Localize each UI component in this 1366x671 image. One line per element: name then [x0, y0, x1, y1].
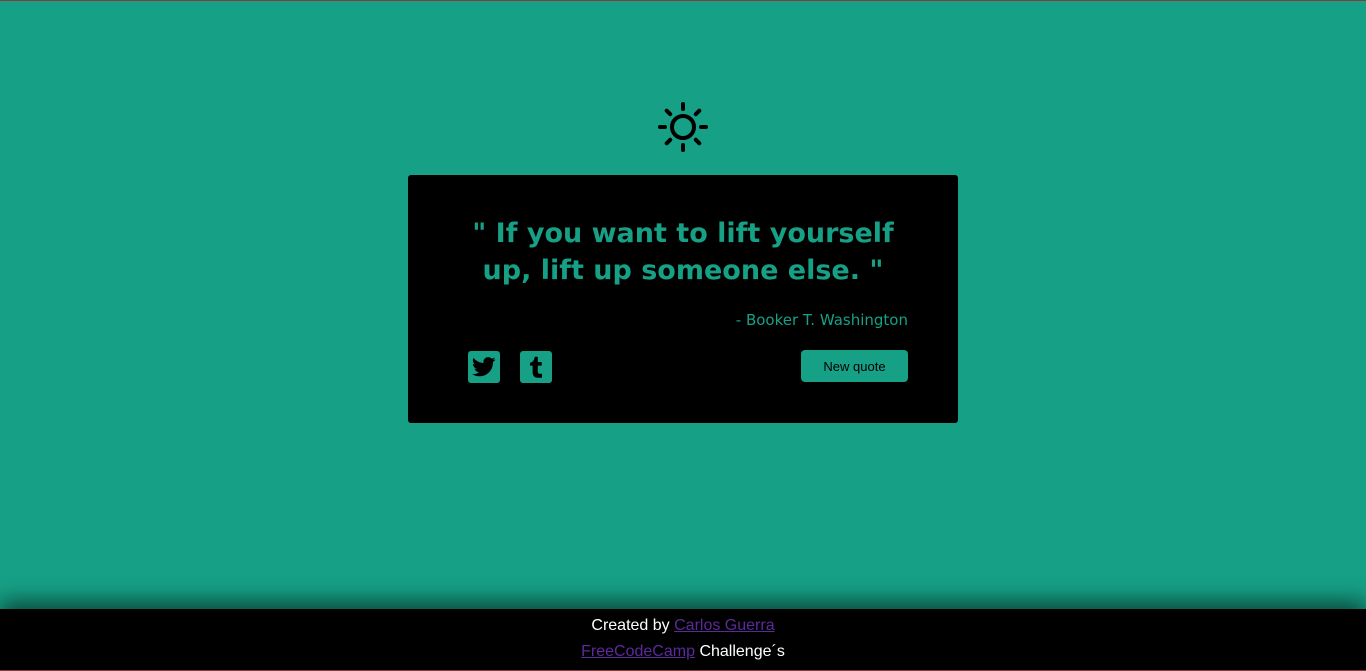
tumblr-quote-button[interactable] [520, 351, 552, 383]
created-by-text: Created by [591, 617, 670, 634]
quote-box: " If you want to lift yourself up, lift … [408, 175, 958, 423]
quote-text: " If you want to lift yourself up, lift … [472, 218, 894, 286]
twitter-icon [472, 357, 496, 377]
new-quote-button[interactable]: New quote [801, 350, 908, 382]
footer-credit: Created by Carlos Guerra [0, 616, 1366, 636]
author-link[interactable]: Carlos Guerra [674, 617, 774, 634]
quote-author: - Booker T. Washington [735, 311, 908, 329]
freecodecamp-link[interactable]: FreeCodeCamp [581, 643, 695, 660]
footer: Created by Carlos Guerra FreeCodeCamp Ch… [0, 609, 1366, 671]
top-border [0, 0, 1366, 1]
challenges-text: Challenge´s [699, 643, 785, 660]
footer-challenge: FreeCodeCamp Challenge´s [0, 642, 1366, 662]
theme-toggle[interactable] [657, 101, 709, 153]
sun-icon [658, 102, 708, 152]
tumblr-icon [530, 356, 542, 378]
tweet-quote-button[interactable] [468, 351, 500, 383]
